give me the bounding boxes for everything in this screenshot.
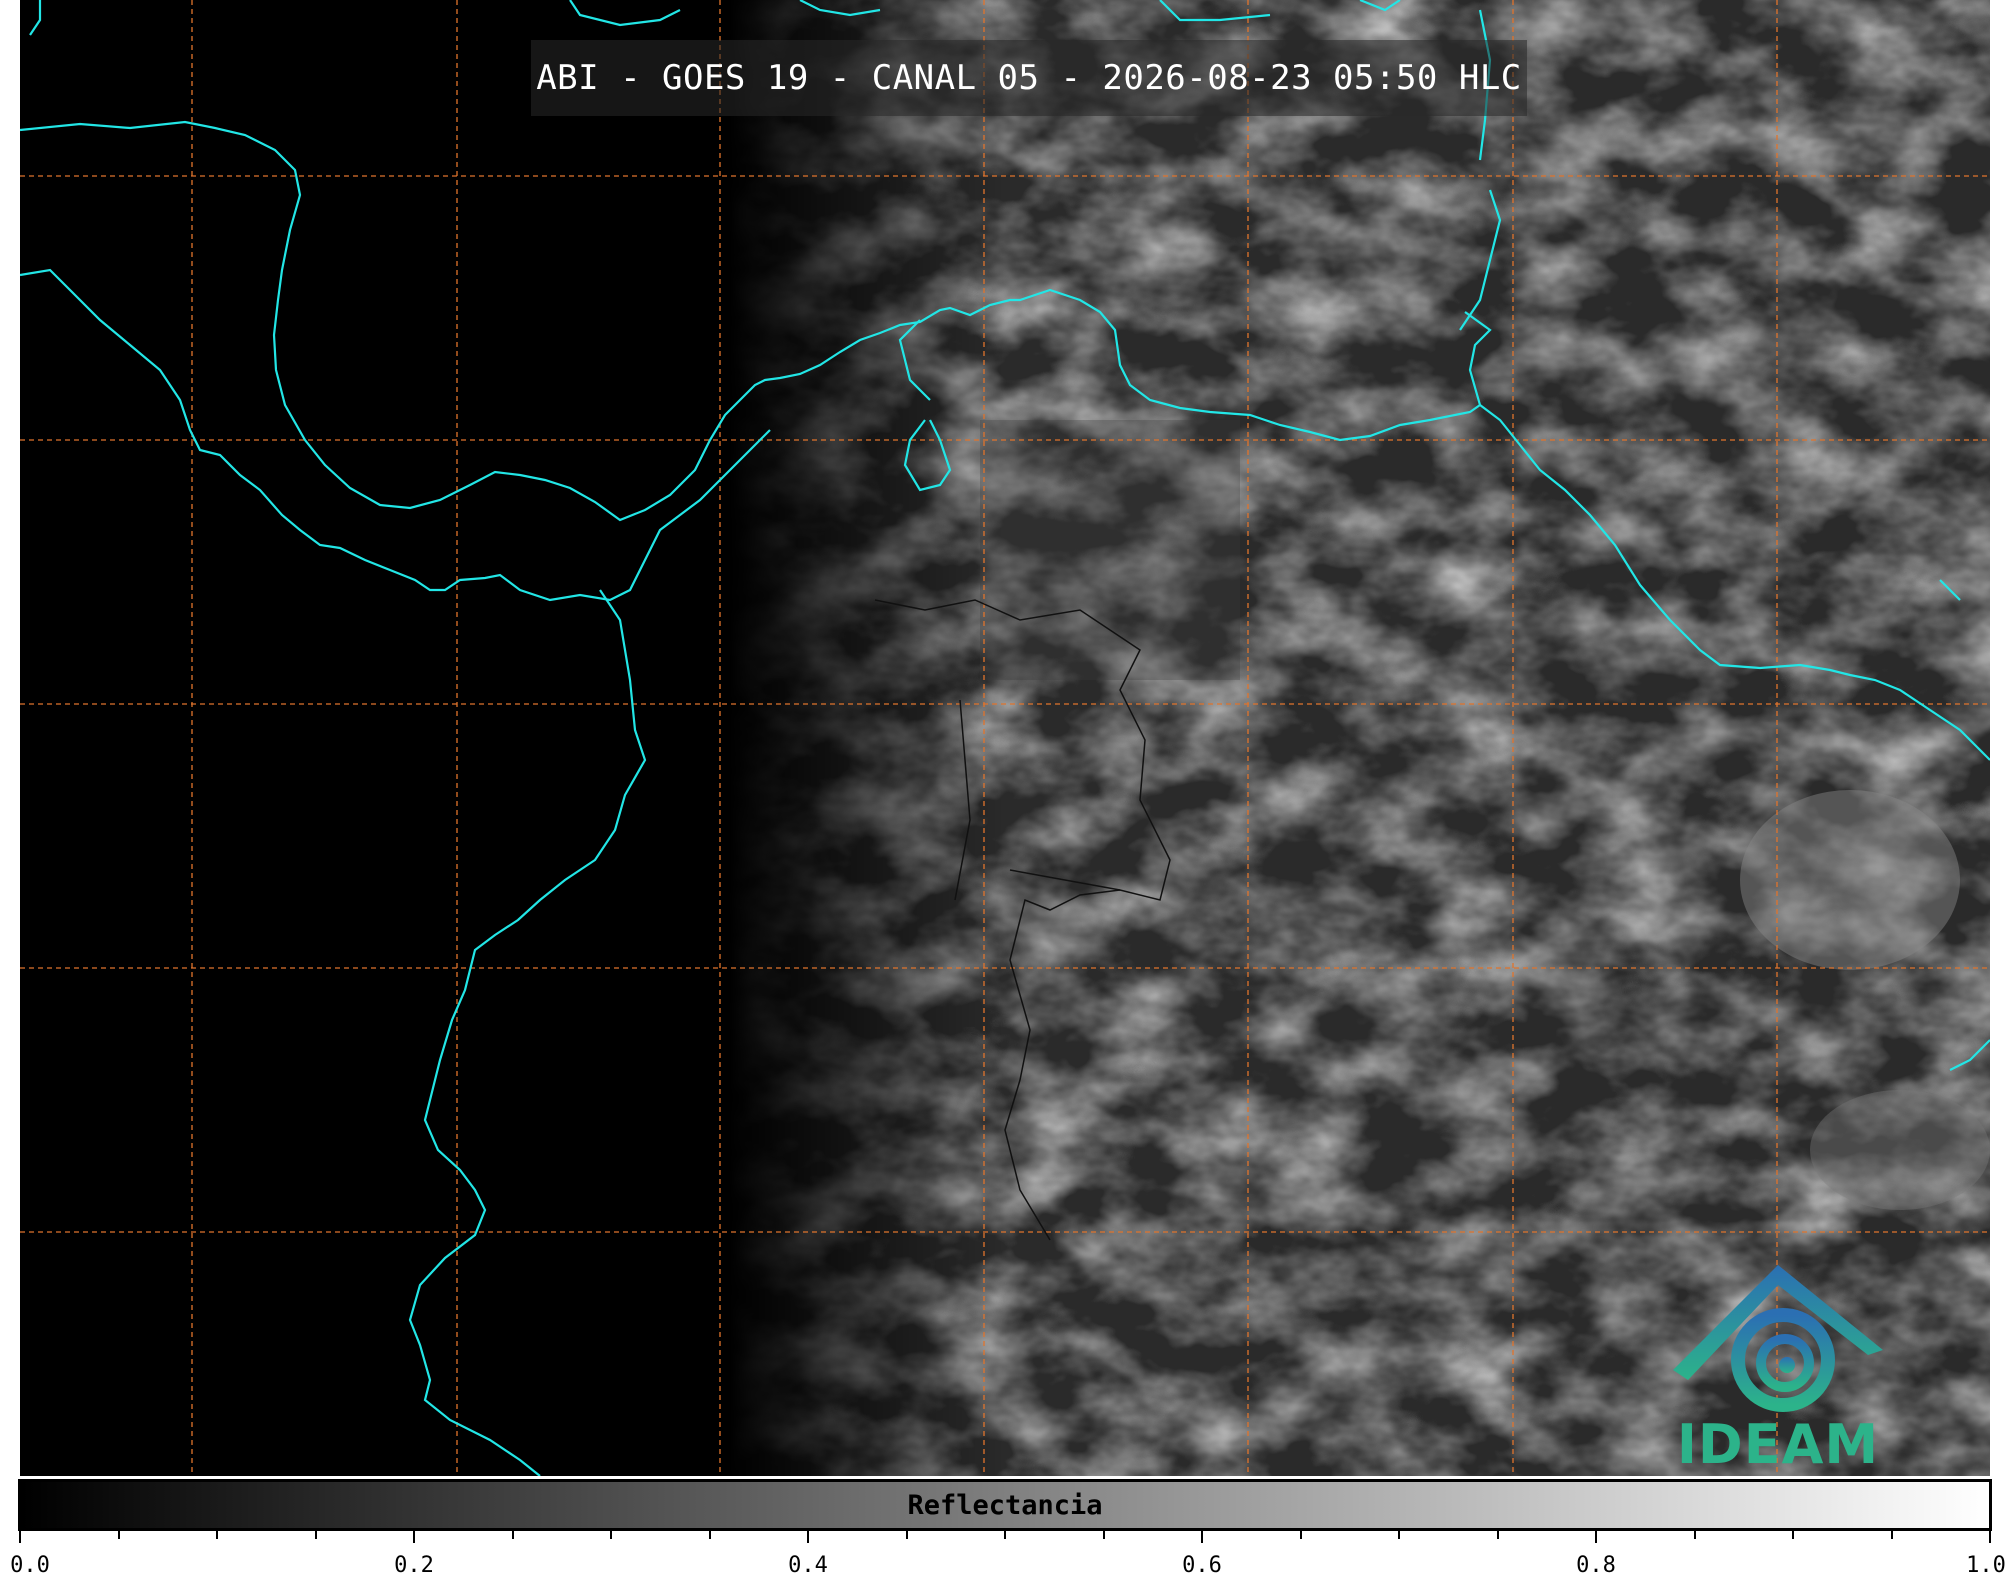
- major-tick: [1595, 1531, 1597, 1543]
- minor-tick: [610, 1531, 612, 1539]
- major-tick: [807, 1531, 809, 1543]
- colorbar: Reflectancia: [18, 1479, 1992, 1531]
- major-tick: [1201, 1531, 1203, 1543]
- minor-tick: [905, 1531, 908, 1539]
- colorbar-label: Reflectancia: [907, 1489, 1103, 1521]
- map-title: ABI - GOES 19 - CANAL 05 - 2026-08-23 05…: [536, 58, 1522, 98]
- minor-tick: [511, 1531, 514, 1539]
- tick-label: 0.2: [394, 1553, 434, 1578]
- minor-tick: [1398, 1531, 1400, 1539]
- major-tick: [19, 1531, 21, 1543]
- minor-tick: [1792, 1531, 1794, 1539]
- bright-cloud: [1740, 790, 1960, 970]
- minor-tick: [216, 1531, 218, 1539]
- major-tick: [1989, 1531, 1991, 1543]
- minor-tick: [1299, 1531, 1302, 1539]
- minor-tick: [1102, 1531, 1105, 1539]
- cloud-patch: [980, 420, 1240, 680]
- tick-label: 0.0: [10, 1553, 50, 1578]
- minor-tick: [314, 1531, 317, 1539]
- logo-text: IDEAM: [1676, 1413, 1880, 1476]
- minor-tick: [1496, 1531, 1499, 1539]
- title-banner: ABI - GOES 19 - CANAL 05 - 2026-08-23 05…: [531, 40, 1527, 116]
- minor-tick: [117, 1531, 120, 1539]
- minor-tick: [1890, 1531, 1893, 1539]
- tick-label: 0.6: [1182, 1553, 1222, 1578]
- major-tick: [413, 1531, 415, 1543]
- tick-label: 0.4: [788, 1553, 828, 1578]
- tick-label: 0.8: [1576, 1553, 1616, 1578]
- bright-cloud: [1810, 1090, 1990, 1210]
- minor-tick: [1693, 1531, 1696, 1539]
- ideam-logo: IDEAM: [1663, 1255, 1893, 1476]
- minor-tick: [708, 1531, 711, 1539]
- ideam-swirl-mountain-icon: [1673, 1265, 1883, 1412]
- tick-label: 1.0: [1966, 1553, 2006, 1578]
- colorbar-ticks: 0.0 0.2 0.4 0.6 0.8 1.0: [10, 1531, 2006, 1578]
- minor-tick: [1004, 1531, 1006, 1539]
